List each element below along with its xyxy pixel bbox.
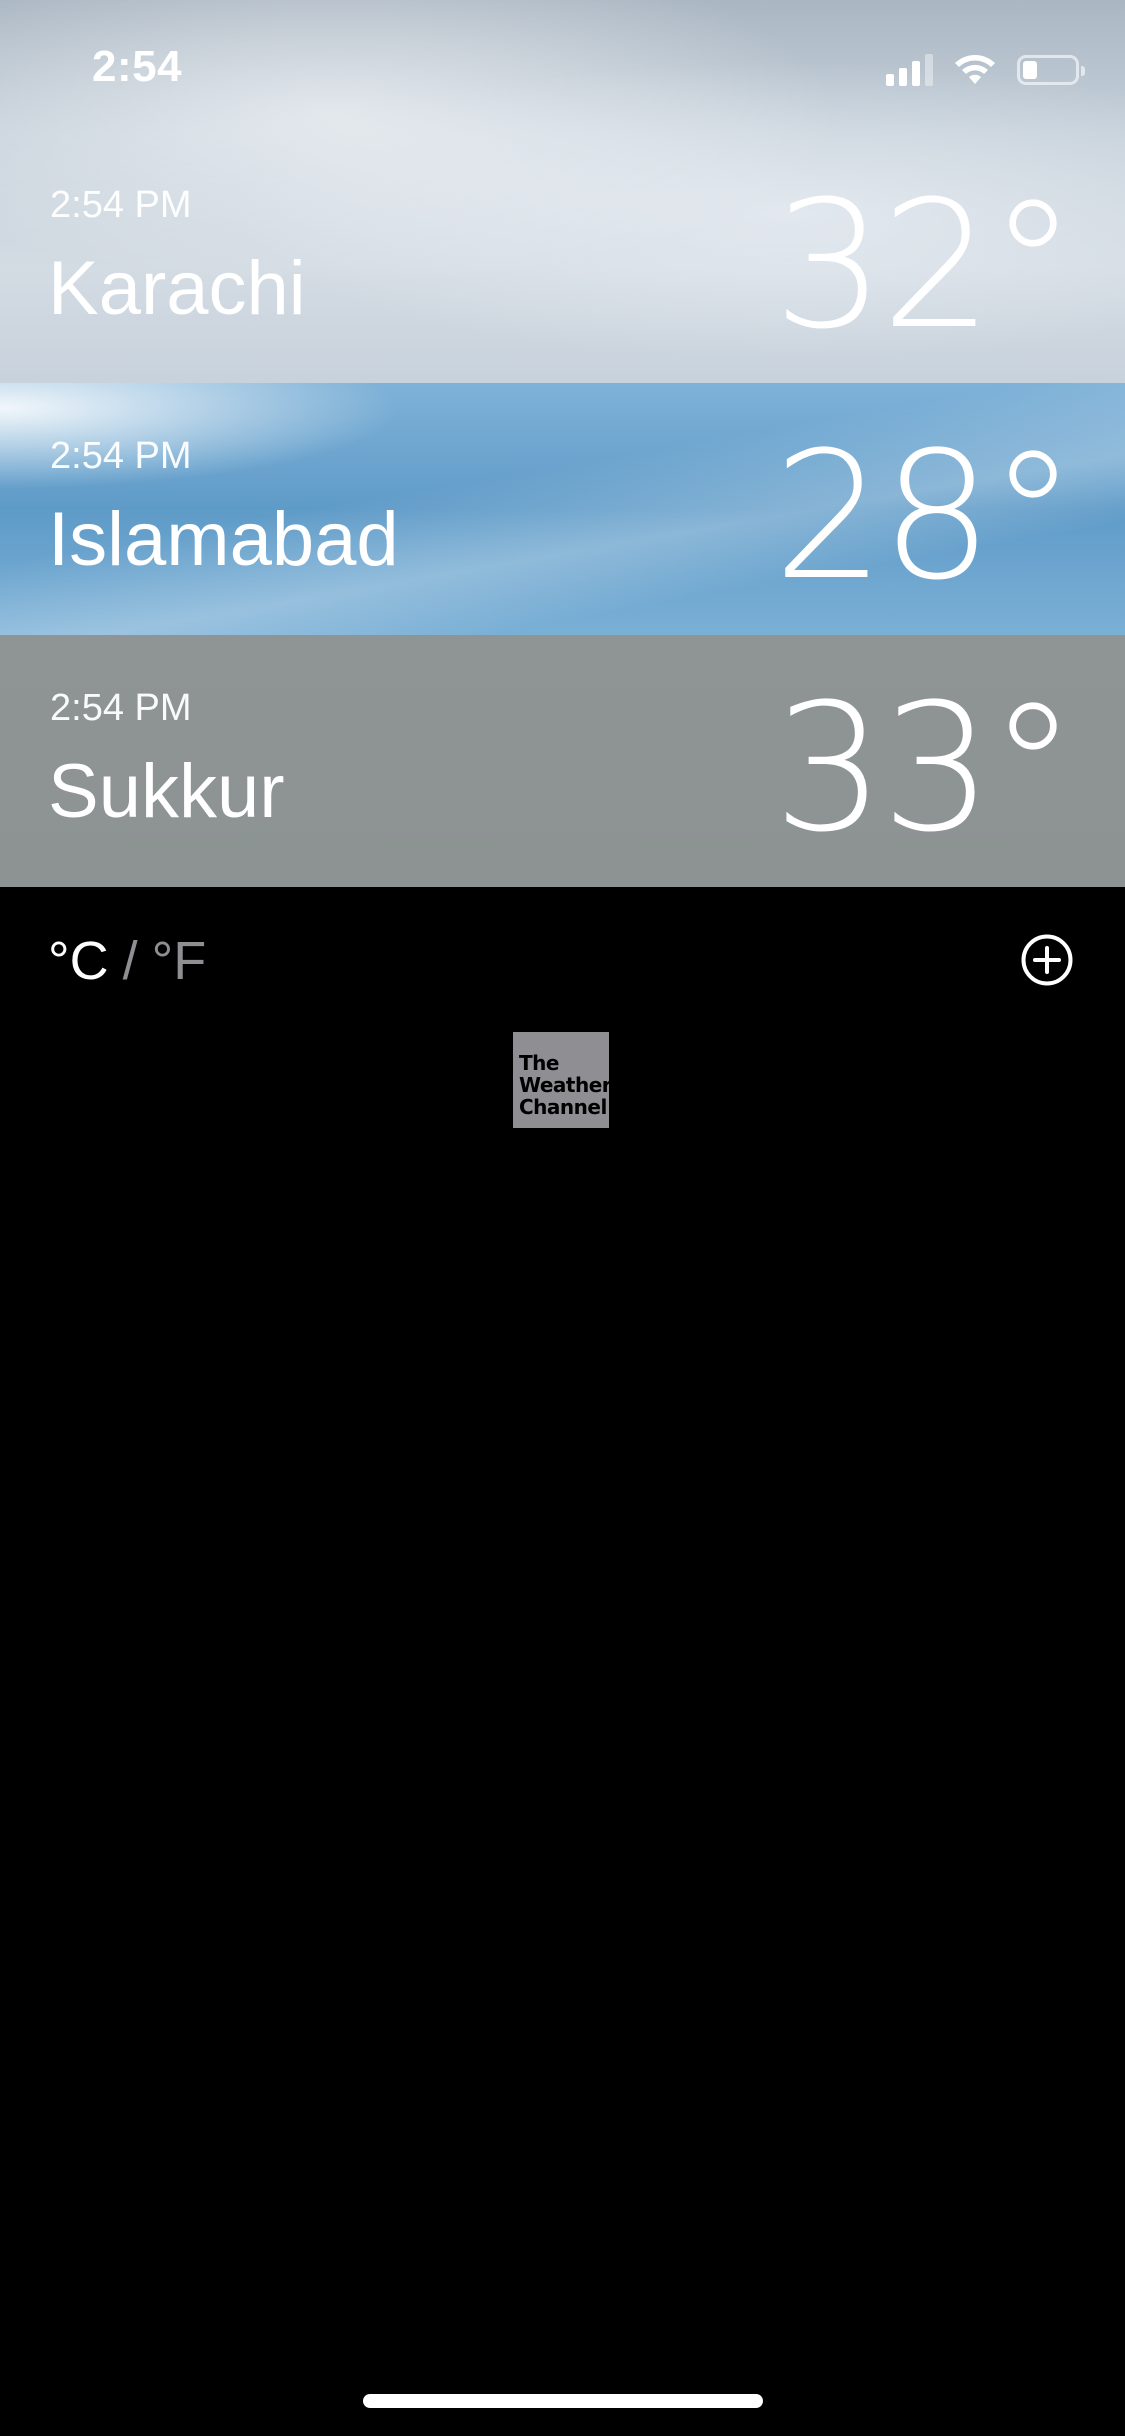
city-local-time: 2:54 PM — [50, 687, 192, 729]
weather-channel-logo[interactable]: The Weather Channel — [513, 1032, 612, 1128]
wifi-icon — [955, 55, 995, 84]
city-local-time: 2:54 PM — [50, 435, 192, 477]
celsius-option[interactable]: °C — [48, 930, 109, 992]
home-indicator[interactable] — [363, 2394, 763, 2408]
city-temperature: 32° — [773, 163, 1077, 368]
logo-line: Channel — [519, 1095, 607, 1119]
city-local-time: 2:54 PM — [50, 184, 192, 226]
city-name: Karachi — [48, 246, 306, 331]
status-time: 2:54 — [92, 42, 183, 91]
units-separator: / — [122, 931, 138, 991]
logo-line: Weather — [519, 1073, 612, 1097]
city-row-sukkur[interactable]: 2:54 PM Sukkur 33° — [0, 635, 1125, 887]
units-toggle[interactable]: °C / °F — [48, 930, 206, 992]
city-name: Islamabad — [48, 497, 399, 582]
city-temperature: 33° — [773, 666, 1077, 871]
logo-line: The — [519, 1051, 559, 1075]
city-row-islamabad[interactable]: 2:54 PM Islamabad 28° — [0, 383, 1125, 635]
status-bar: 2:54 — [0, 0, 1125, 140]
plus-circle-icon[interactable] — [1021, 934, 1073, 986]
city-temperature: 28° — [773, 414, 1077, 619]
battery-fill — [1023, 61, 1037, 79]
battery-icon — [1017, 55, 1085, 85]
city-name: Sukkur — [48, 749, 285, 834]
fahrenheit-option[interactable]: °F — [152, 930, 207, 992]
status-icons — [886, 50, 1085, 90]
cellular-signal-icon — [886, 54, 933, 86]
